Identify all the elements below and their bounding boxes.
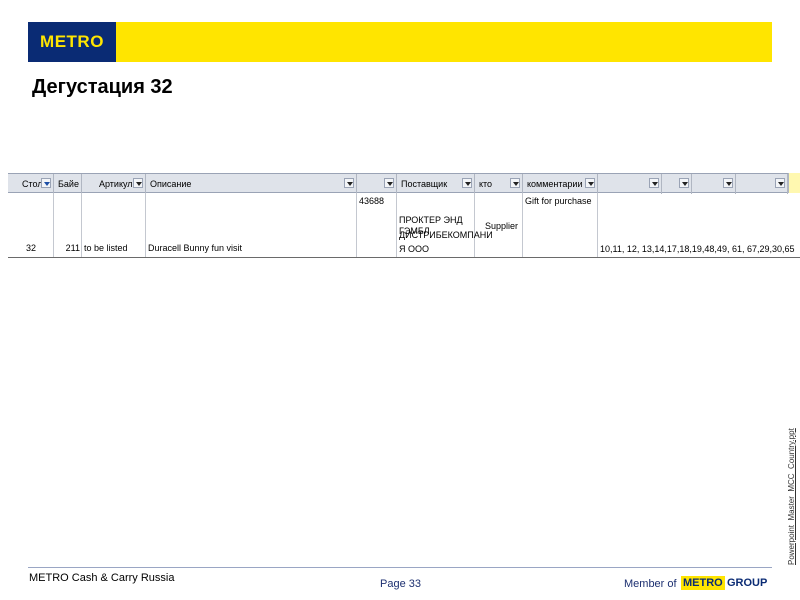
cell-description: Duracell Bunny fun visit	[146, 193, 357, 257]
column-header-description: Описание	[146, 174, 357, 194]
cell-tables-list: 10,11, 12, 13,14,17,18,19,48,49, 61, 67,…	[600, 244, 795, 254]
dropdown-arrow-icon[interactable]	[679, 178, 689, 188]
table-header-row: Стол Байе Артикул Описание Поставщик кто…	[8, 173, 788, 194]
column-header-blank-3	[662, 174, 692, 194]
file-name-vertical: Powerpoint_Master_MCC_Country.ppt	[787, 428, 796, 565]
cell-supplier-code: 43688	[357, 193, 397, 257]
page-title: Дегустация 32	[32, 76, 173, 98]
metro-group-logo-group: GROUP	[727, 577, 768, 589]
dropdown-arrow-icon[interactable]	[649, 178, 659, 188]
dropdown-arrow-icon[interactable]	[133, 178, 143, 188]
footer-company: METRO Cash & Carry Russia	[29, 572, 175, 584]
cell-buyer: 211	[54, 193, 82, 257]
column-header-blank-4	[692, 174, 736, 194]
metro-group-logo-metro: METRO	[681, 576, 725, 590]
column-header-supplier: Поставщик	[397, 174, 475, 194]
highlighted-cell	[788, 173, 800, 193]
column-header-article: Артикул	[82, 174, 146, 194]
column-header-comments: комментарии	[523, 174, 598, 194]
filter-active-icon[interactable]	[41, 178, 51, 188]
cell-who: Supplier	[475, 193, 523, 257]
metro-logo: METRO	[28, 22, 116, 62]
dropdown-arrow-icon[interactable]	[462, 178, 472, 188]
footer-divider	[28, 567, 772, 568]
table-row: 32 211 to be listed Duracell Bunny fun v…	[8, 193, 800, 258]
column-header-blank-1	[357, 174, 397, 194]
dropdown-arrow-icon[interactable]	[510, 178, 520, 188]
metro-logo-text: METRO	[40, 32, 104, 51]
spreadsheet-table: Стол Байе Артикул Описание Поставщик кто…	[8, 173, 800, 259]
dropdown-arrow-icon[interactable]	[585, 178, 595, 188]
cell-table-no: 32	[8, 193, 54, 257]
column-header-blank-2	[598, 174, 662, 194]
cell-article: to be listed	[82, 193, 146, 257]
column-header-blank-5	[736, 174, 788, 194]
cell-comment: Gift for purchase	[523, 193, 598, 257]
column-header-table-no: Стол	[8, 174, 54, 194]
column-header-buyer: Байе	[54, 174, 82, 194]
dropdown-arrow-icon[interactable]	[344, 178, 354, 188]
dropdown-arrow-icon[interactable]	[775, 178, 785, 188]
dropdown-arrow-icon[interactable]	[384, 178, 394, 188]
page-number: Page 33	[380, 578, 421, 590]
cell-supplier-name: ПРОКТЕР ЭНД ГЭМБЛ ДИСТРИБЕКОМПАНИ Я ООО	[397, 193, 493, 257]
dropdown-arrow-icon[interactable]	[723, 178, 733, 188]
metro-header-bar: METRO	[28, 22, 772, 62]
member-of-label: Member of	[624, 578, 677, 590]
column-header-who: кто	[475, 174, 523, 194]
